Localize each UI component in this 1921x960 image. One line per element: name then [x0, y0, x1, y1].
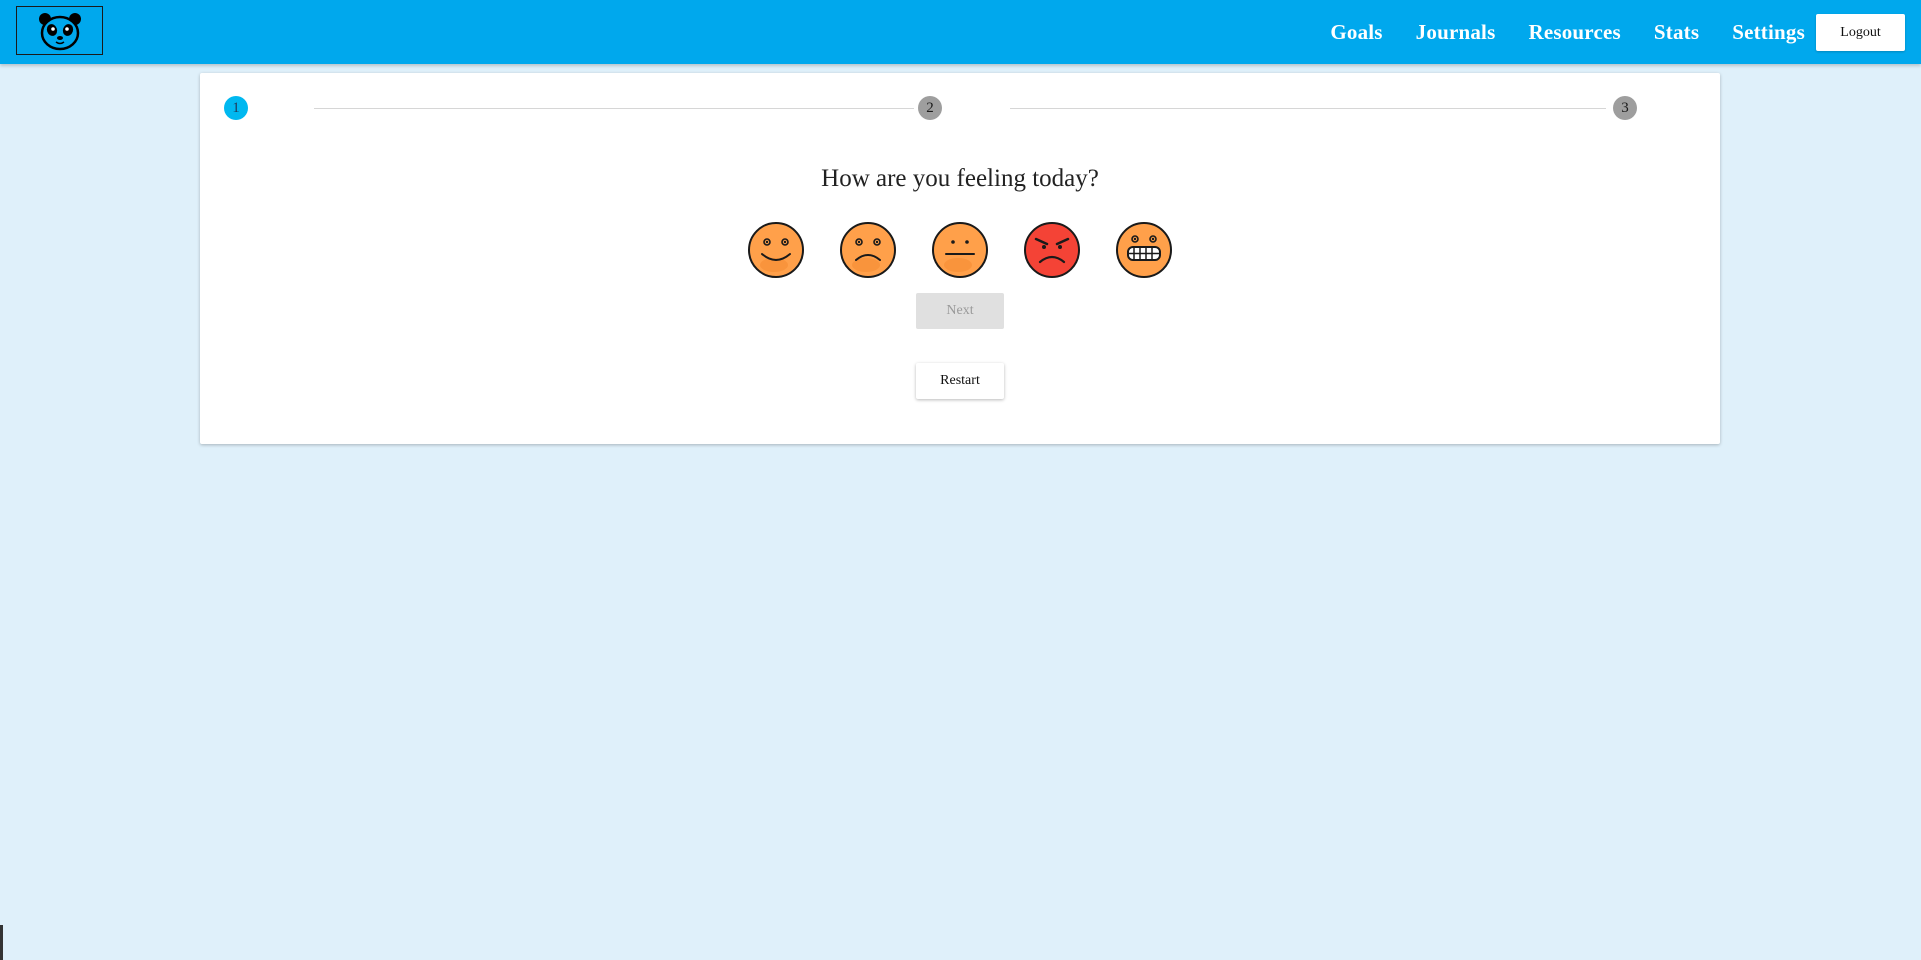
panda-icon — [38, 12, 81, 50]
logout-button[interactable]: Logout — [1816, 14, 1905, 51]
nav-goals[interactable]: Goals — [1330, 20, 1382, 45]
top-app-bar: Goals Journals Resources Stats Settings … — [0, 0, 1921, 64]
nav-settings[interactable]: Settings — [1732, 20, 1805, 45]
step-connector — [314, 108, 914, 109]
nav-journals[interactable]: Journals — [1416, 20, 1496, 45]
step-connector — [1010, 108, 1606, 109]
angry-face-icon[interactable] — [1023, 221, 1081, 279]
happy-face-icon[interactable] — [747, 221, 805, 279]
nav-stats[interactable]: Stats — [1654, 20, 1699, 45]
step-1: 1 — [224, 96, 248, 120]
logo-home-button[interactable] — [16, 6, 103, 55]
neutral-face-icon[interactable] — [931, 221, 989, 279]
next-button[interactable]: Next — [916, 293, 1004, 329]
step-2: 2 — [918, 96, 942, 120]
restart-button[interactable]: Restart — [916, 363, 1004, 399]
sad-face-icon[interactable] — [839, 221, 897, 279]
grimacing-face-icon[interactable] — [1115, 221, 1173, 279]
nav-resources[interactable]: Resources — [1528, 20, 1620, 45]
step-3: 3 — [1613, 96, 1637, 120]
main-nav: Goals Journals Resources Stats Settings — [1297, 0, 1805, 64]
mood-question: How are you feeling today? — [821, 165, 1099, 192]
scrollbar-edge — [0, 925, 3, 960]
mood-checkin-card: 1 2 3 How are you feeling today? Next Re… — [200, 73, 1720, 444]
